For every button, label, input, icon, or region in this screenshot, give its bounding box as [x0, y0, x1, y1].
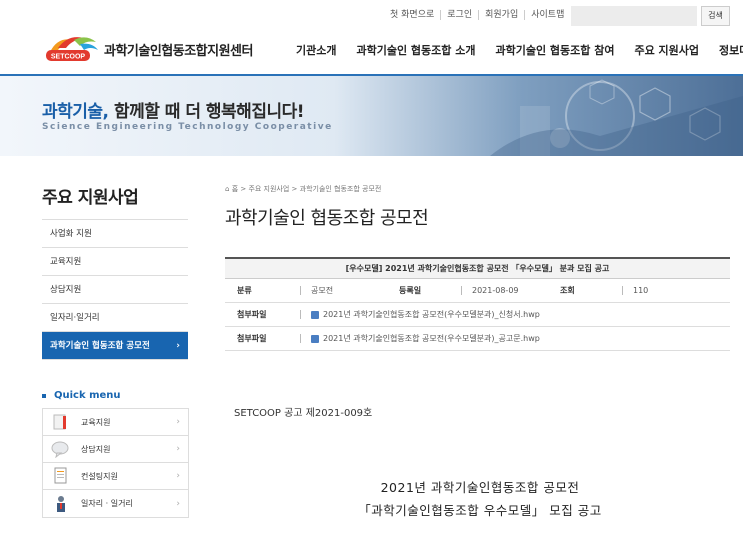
post-subject: [우수모델] 2021년 과학기술인협동조합 공모전 「우수모델」 분과 모집 … [225, 257, 730, 279]
chevron-right-icon: › [176, 498, 180, 509]
person-icon [51, 495, 71, 513]
attachment-link-notice[interactable]: 2021년 과학기술인협동조합 공모전(우수모델분과)_공고문.hwp [323, 333, 540, 344]
chat-icon [51, 440, 71, 459]
body-title-line1: 2021년 과학기술인협동조합 공모전 [380, 480, 580, 495]
link-sitemap[interactable]: 사이트맵 [524, 10, 570, 20]
divider [300, 310, 301, 319]
utility-bar: 첫 화면으로 로그인 회원가입 사이트맵 검색 [0, 6, 743, 26]
home-icon[interactable]: ⌂ [225, 185, 229, 193]
attachment-label: 첨부파일 [237, 310, 267, 319]
document-icon [51, 467, 71, 485]
divider [622, 286, 623, 295]
hero-banner: 과학기술, 함께할 때 더 행복해집니다! Science Engineerin… [0, 76, 743, 156]
banner-title-accent: 과학기술, [42, 102, 109, 122]
link-login[interactable]: 로그인 [440, 10, 478, 20]
nav-support[interactable]: 주요 지원사업 [634, 42, 699, 58]
chevron-right-icon: › [176, 417, 180, 427]
divider [461, 286, 462, 295]
sidebar-item-consulting[interactable]: 상담지원 [42, 276, 188, 304]
file-icon [311, 310, 319, 319]
banner-subtitle: Science Engineering Technology Cooperati… [42, 122, 333, 132]
quick-menu-item-consulting-support[interactable]: 컨설팅지원 › [43, 463, 188, 490]
quick-menu-list: 교육지원 › 상담지원 › 컨설팅지원 › 일자리 · 일거리 › [42, 408, 189, 518]
body-title-line2: 「과학기술인협동조합 우수모델」 모집 공고 [358, 503, 602, 518]
sidebar-item-jobs[interactable]: 일자리·일거리 [42, 304, 188, 332]
bullet-icon [42, 393, 46, 398]
chevron-right-icon: › [176, 341, 180, 351]
quick-menu-item-education[interactable]: 교육지원 › [43, 409, 188, 436]
search-input[interactable] [571, 6, 697, 26]
sidebar-title: 주요 지원사업 [42, 188, 139, 208]
quick-menu-title-text: Quick menu [54, 390, 121, 401]
views-label: 조회 [560, 286, 575, 295]
link-home[interactable]: 첫 화면으로 [390, 10, 440, 20]
attachment-row: 첨부파일 2021년 과학기술인협동조합 공모전(우수모델분과)_공고문.hwp [225, 327, 730, 351]
main-nav: 기관소개 과학기술인 협동조합 소개 과학기술인 협동조합 참여 주요 지원사업… [296, 42, 743, 58]
sidebar-menu: 사업화 지원 교육지원 상담지원 일자리·일거리 과학기술인 협동조합 공모전 … [42, 219, 188, 360]
date-value: 2021-08-09 [472, 286, 519, 295]
attachment-row: 첨부파일 2021년 과학기술인협동조합 공모전(우수모델분과)_신청서.hwp [225, 303, 730, 327]
breadcrumb: ⌂ 홈 > 주요 지원사업 > 과학기술인 협동조합 공모전 [225, 184, 381, 194]
sidebar-item-commercialization[interactable]: 사업화 지원 [42, 220, 188, 248]
divider [300, 334, 301, 343]
logo-text: 과학기술인협동조합지원센터 [104, 43, 253, 59]
nav-info[interactable]: 정보마당 [719, 42, 743, 58]
nav-about[interactable]: 기관소개 [296, 42, 336, 58]
quick-menu-item-jobs[interactable]: 일자리 · 일거리 › [43, 490, 188, 517]
chevron-right-icon: › [176, 471, 180, 481]
divider [300, 286, 301, 295]
logo-mark-icon: SETCOOP [44, 34, 100, 64]
banner-title-rest: 함께할 때 더 행복해집니다! [108, 102, 305, 122]
utility-links: 첫 화면으로 로그인 회원가입 사이트맵 [390, 10, 570, 20]
views-value: 110 [633, 286, 649, 295]
post-detail-table: [우수모델] 2021년 과학기술인협동조합 공모전 「우수모델」 분과 모집 … [225, 257, 730, 351]
category-label: 분류 [237, 286, 252, 295]
quick-menu-title: Quick menu [42, 390, 121, 401]
post-meta-row: 분류 공모전 등록일 2021-08-09 조회 110 [225, 279, 730, 303]
nav-coop-join[interactable]: 과학기술인 협동조합 참여 [495, 42, 614, 58]
chevron-right-icon: › [176, 444, 180, 454]
quick-menu-label: 교육지원 [81, 417, 111, 427]
banner-title: 과학기술, 함께할 때 더 행복해집니다! [42, 97, 305, 122]
page-title: 과학기술인 협동조합 공모전 [225, 208, 429, 229]
attachment-link-application[interactable]: 2021년 과학기술인협동조합 공모전(우수모델분과)_신청서.hwp [323, 309, 540, 320]
quick-menu-item-consulting[interactable]: 상담지원 › [43, 436, 188, 463]
site-logo[interactable]: SETCOOP 과학기술인협동조합지원센터 [44, 34, 253, 64]
notice-number: SETCOOP 공고 제2021-009호 [234, 408, 373, 419]
date-label: 등록일 [399, 286, 422, 295]
attachment-label: 첨부파일 [237, 334, 267, 343]
nav-coop-intro[interactable]: 과학기술인 협동조합 소개 [356, 42, 475, 58]
category-value: 공모전 [311, 286, 334, 295]
search-button[interactable]: 검색 [701, 6, 730, 26]
breadcrumb-text: 홈 > 주요 지원사업 > 과학기술인 협동조합 공모전 [231, 185, 382, 193]
sidebar-item-contest-label: 과학기술인 협동조합 공모전 [50, 341, 150, 351]
quick-menu-label: 상담지원 [81, 444, 111, 454]
logo-mark-text: SETCOOP [51, 54, 86, 61]
quick-menu-label: 컨설팅지원 [81, 471, 118, 481]
sidebar-item-education[interactable]: 교육지원 [42, 248, 188, 276]
sidebar-item-contest[interactable]: 과학기술인 협동조합 공모전 › [42, 332, 188, 360]
file-icon [311, 334, 319, 343]
book-icon [51, 413, 71, 431]
link-signup[interactable]: 회원가입 [478, 10, 524, 20]
quick-menu-label: 일자리 · 일거리 [81, 499, 133, 508]
